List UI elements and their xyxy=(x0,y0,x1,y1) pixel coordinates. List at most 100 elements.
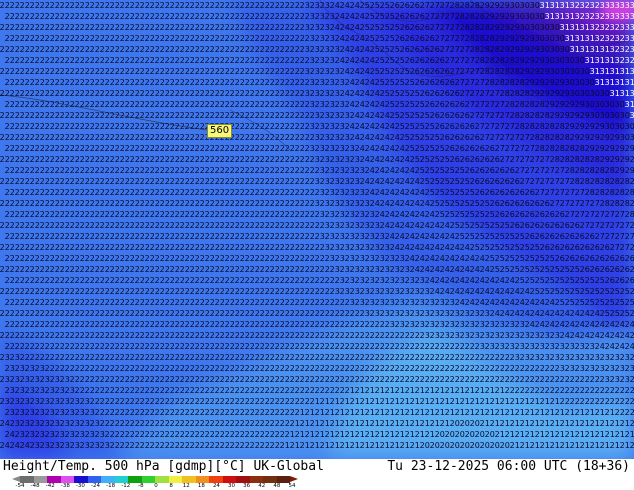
temperature-value: 28 xyxy=(485,56,495,65)
temperature-value: 25 xyxy=(625,298,634,307)
temperature-value: 22 xyxy=(45,188,55,197)
temperature-value: 21 xyxy=(550,397,560,406)
temperature-value: 24 xyxy=(445,254,455,263)
temperature-value: 22 xyxy=(160,45,170,54)
temperature-value: 27 xyxy=(600,221,610,230)
temperature-value: 33 xyxy=(610,1,620,10)
temperature-value: 24 xyxy=(375,122,385,131)
temperature-value: 29 xyxy=(555,78,565,87)
temperature-value: 22 xyxy=(15,188,25,197)
temperature-value: 22 xyxy=(140,67,150,76)
temperature-value: 24 xyxy=(480,287,490,296)
colorbar-segment xyxy=(195,476,209,483)
temperature-value: 22 xyxy=(215,430,225,439)
temperature-value: 22 xyxy=(115,78,125,87)
temperature-value: 22 xyxy=(105,144,115,153)
temperature-value: 33 xyxy=(625,12,634,21)
temperature-value: 22 xyxy=(5,276,15,285)
temperature-value: 22 xyxy=(60,67,70,76)
temperature-value: 22 xyxy=(160,67,170,76)
temperature-value: 22 xyxy=(150,177,160,186)
temperature-value: 22 xyxy=(5,12,15,21)
temperature-value: 23 xyxy=(390,265,400,274)
temperature-value: 23 xyxy=(335,276,345,285)
temperature-value: 22 xyxy=(205,364,215,373)
temperature-value: 25 xyxy=(445,166,455,175)
temperature-value: 22 xyxy=(505,364,515,373)
temperature-value: 27 xyxy=(430,1,440,10)
temperature-value: 22 xyxy=(10,331,20,340)
temperature-value: 31 xyxy=(570,45,580,54)
temperature-value: 21 xyxy=(550,419,560,428)
temperature-value: 22 xyxy=(255,276,265,285)
temperature-value: 22 xyxy=(250,397,260,406)
temperature-value: 22 xyxy=(105,298,115,307)
temperature-value: 22 xyxy=(90,375,100,384)
temperature-value: 25 xyxy=(405,100,415,109)
temperature-value: 24 xyxy=(345,34,355,43)
temperature-value: 26 xyxy=(495,166,505,175)
temperature-value: 27 xyxy=(545,188,555,197)
temperature-value: 22 xyxy=(310,331,320,340)
temperature-value: 29 xyxy=(630,155,634,164)
temperature-value: 27 xyxy=(540,177,550,186)
temperature-value: 22 xyxy=(265,12,275,21)
temperature-value: 21 xyxy=(380,419,390,428)
temperature-value: 25 xyxy=(420,155,430,164)
temperature-value: 22 xyxy=(45,122,55,131)
temperature-value: 25 xyxy=(370,67,380,76)
colorbar-segment xyxy=(60,476,74,483)
colorbar-tick-label: -54 xyxy=(16,483,25,490)
temperature-value: 23 xyxy=(570,353,580,362)
temperature-value: 27 xyxy=(460,67,470,76)
temperature-value: 22 xyxy=(210,1,220,10)
temperature-value: 27 xyxy=(490,133,500,142)
temperature-value: 25 xyxy=(535,254,545,263)
temperature-value: 22 xyxy=(15,342,25,351)
temperature-value: 22 xyxy=(220,265,230,274)
temperature-value: 23 xyxy=(330,67,340,76)
temperature-value: 22 xyxy=(95,56,105,65)
temperature-value: 25 xyxy=(365,12,375,21)
temperature-value: 27 xyxy=(575,188,585,197)
temperature-value: 21 xyxy=(365,408,375,417)
temperature-value: 22 xyxy=(205,166,215,175)
colorbar-tick-label: 54 xyxy=(289,483,296,490)
temperature-value: 22 xyxy=(260,397,270,406)
weather-map[interactable]: 22 22 22 22 22 22 22 22 22 22 22 22 22 22 22 22 22 22 22 22… xyxy=(0,0,634,459)
temperature-value: 23 xyxy=(610,375,620,384)
temperature-value: 22 xyxy=(80,221,90,230)
temperature-value: 22 xyxy=(215,34,225,43)
colorbar-tick-label: 24 xyxy=(213,483,220,490)
temperature-value: 22 xyxy=(185,320,195,329)
temperature-value: 32 xyxy=(575,12,585,21)
temperature-value: 22 xyxy=(285,232,295,241)
temperature-value: 22 xyxy=(70,45,80,54)
temperature-value: 25 xyxy=(560,265,570,274)
temperature-value: 21 xyxy=(630,441,634,450)
temperature-value: 22 xyxy=(25,100,35,109)
temperature-value: 22 xyxy=(115,430,125,439)
temperature-value: 22 xyxy=(145,298,155,307)
temperature-value: 22 xyxy=(190,199,200,208)
temperature-value: 22 xyxy=(20,155,30,164)
temperature-value: 25 xyxy=(410,155,420,164)
temperature-value: 22 xyxy=(185,166,195,175)
temperature-value: 25 xyxy=(525,276,535,285)
temperature-value: 25 xyxy=(520,243,530,252)
temperature-value: 22 xyxy=(160,419,170,428)
temperature-value: 24 xyxy=(565,320,575,329)
temperature-value: 22 xyxy=(70,221,80,230)
temperature-value: 22 xyxy=(140,397,150,406)
temperature-value: 22 xyxy=(155,298,165,307)
temperature-value: 22 xyxy=(130,441,140,450)
temperature-value: 31 xyxy=(620,67,630,76)
temperature-value: 22 xyxy=(285,56,295,65)
temperature-value: 23 xyxy=(60,397,70,406)
temperature-value: 22 xyxy=(320,309,330,318)
temperature-value: 30 xyxy=(585,100,595,109)
temperature-value: 22 xyxy=(165,12,175,21)
temperature-value: 22 xyxy=(110,177,120,186)
temperature-value: 25 xyxy=(385,100,395,109)
temperature-value: 22 xyxy=(160,177,170,186)
